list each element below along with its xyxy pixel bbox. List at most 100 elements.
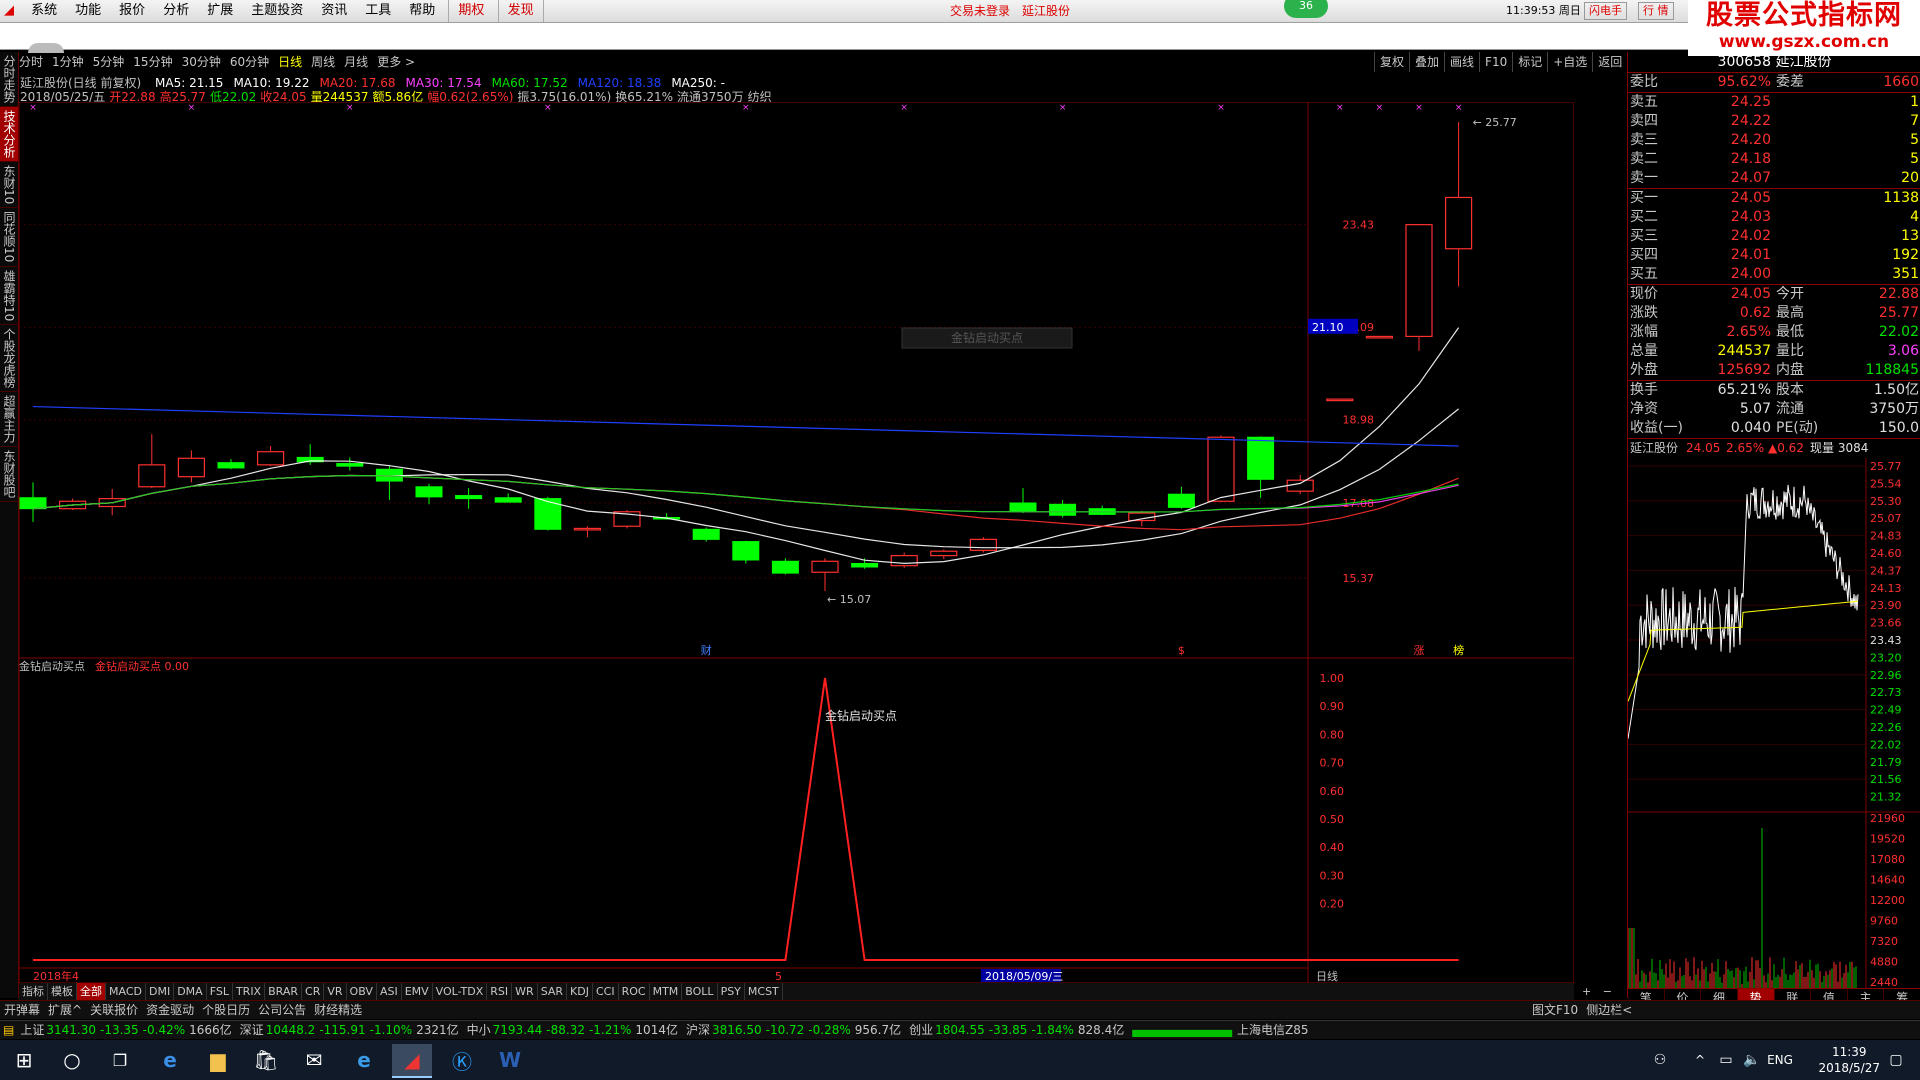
- indicator-tab-22[interactable]: BOLL: [682, 983, 718, 1000]
- store-icon[interactable]: 🛍: [246, 1044, 286, 1076]
- indicator-tab-2[interactable]: 全部: [77, 983, 106, 1000]
- indicator-tab-14[interactable]: VOL-TDX: [433, 983, 488, 1000]
- candle-11[interactable]: [455, 488, 483, 509]
- candle-17[interactable]: [692, 527, 720, 542]
- search-icon[interactable]: ○: [52, 1044, 92, 1076]
- intraday-chart[interactable]: 25.77 25.54 25.30 25.07 24.83 24.60 24.37 24.13…: [1628, 458, 1920, 988]
- buys-row-1[interactable]: 买二 24.03 4: [1628, 208, 1920, 227]
- indicator-tab-9[interactable]: CR: [302, 983, 325, 1000]
- indicator-tab-24[interactable]: MCST: [745, 983, 783, 1000]
- language-indicator[interactable]: ENG: [1760, 1044, 1800, 1076]
- menu-item-1[interactable]: 功能: [66, 0, 110, 22]
- func-item-5[interactable]: 公司公告: [254, 1001, 310, 1019]
- indicator-tab-1[interactable]: 模板: [48, 983, 77, 1000]
- sells-row-3[interactable]: 卖二 24.18 5: [1628, 150, 1920, 169]
- ticker-item-0[interactable]: 上证 3141.30 -13.35 -0.42% 1666亿: [17, 1021, 236, 1039]
- ticker-item-1[interactable]: 深证 10448.2 -115.91 -1.10% 2321亿: [237, 1021, 464, 1039]
- func-item-2[interactable]: 关联报价: [86, 1001, 142, 1019]
- candle-25[interactable]: [1009, 488, 1037, 514]
- ticker-item-3[interactable]: 沪深 3816.50 -10.72 -0.28% 956.7亿: [683, 1021, 906, 1039]
- indicator-chart[interactable]: 金钻启动买点 金钻启动买点 0.001.000.900.800.700.600.5…: [19, 658, 1574, 983]
- menu-options[interactable]: 期权: [448, 0, 493, 22]
- indicator-tab-17[interactable]: SAR: [538, 983, 568, 1000]
- candle-33[interactable]: [1326, 398, 1354, 402]
- menu-item-0[interactable]: 系统: [22, 0, 66, 22]
- menu-discover[interactable]: 发现: [497, 0, 544, 22]
- candle-30[interactable]: [1207, 435, 1235, 503]
- period-9[interactable]: 更多 >: [377, 52, 415, 72]
- ticker-server[interactable]: 上海电信Z85: [1234, 1021, 1312, 1039]
- chart-tool-0[interactable]: 复权: [1374, 52, 1409, 72]
- func-item-1[interactable]: 扩展^: [44, 1001, 86, 1019]
- indicator-tab-6[interactable]: FSL: [207, 983, 233, 1000]
- period-1[interactable]: 1分钟: [52, 52, 84, 72]
- kline-chart[interactable]: 23.4321.0918.9817.0815.3721.10← 25.77← 1…: [19, 102, 1574, 658]
- candle-35[interactable]: [1405, 224, 1433, 351]
- candle-22[interactable]: [890, 552, 918, 568]
- lightning-trade-button[interactable]: 闪电手: [1584, 2, 1627, 20]
- indicator-tab-7[interactable]: TRIX: [233, 983, 266, 1000]
- func-item-0[interactable]: 开弹幕: [0, 1001, 44, 1019]
- buys-row-2[interactable]: 买三 24.02 13: [1628, 227, 1920, 246]
- candle-34[interactable]: [1365, 335, 1394, 339]
- chart-tool-1[interactable]: 叠加: [1409, 52, 1444, 72]
- ticker-item-2[interactable]: 中小 7193.44 -88.32 -1.21% 1014亿: [464, 1021, 683, 1039]
- chart-tool-4[interactable]: 标记: [1512, 52, 1547, 72]
- candle-24[interactable]: [969, 537, 998, 553]
- indicator-tab-5[interactable]: DMA: [174, 983, 207, 1000]
- buys-row-0[interactable]: 买一 24.05 1138: [1628, 189, 1920, 208]
- func-item-6[interactable]: 财经精选: [310, 1001, 366, 1019]
- candle-2[interactable]: [98, 488, 126, 516]
- indicator-tab-12[interactable]: ASI: [377, 983, 402, 1000]
- notification-icon[interactable]: ▢: [1876, 1044, 1916, 1076]
- task-view-icon[interactable]: ❐: [100, 1044, 140, 1076]
- candle-6[interactable]: [257, 446, 285, 467]
- menu-item-2[interactable]: 报价: [110, 0, 154, 22]
- candle-18[interactable]: [732, 540, 760, 564]
- file-explorer-icon[interactable]: ▆: [198, 1044, 238, 1076]
- indicator-tab-8[interactable]: BRAR: [265, 983, 303, 1000]
- candle-36[interactable]: [1444, 122, 1473, 287]
- market-button[interactable]: 行 情: [1638, 2, 1674, 20]
- indicator-tab-20[interactable]: ROC: [619, 983, 650, 1000]
- candle-10[interactable]: [415, 483, 443, 505]
- indicator-tab-3[interactable]: MACD: [106, 983, 146, 1000]
- left-tab-1[interactable]: 技术分析: [0, 107, 18, 162]
- candle-3[interactable]: [138, 434, 166, 489]
- sells-row-1[interactable]: 卖四 24.22 7: [1628, 112, 1920, 131]
- indicator-tab-4[interactable]: DMI: [146, 983, 175, 1000]
- menu-item-6[interactable]: 资讯: [312, 0, 356, 22]
- candle-5[interactable]: [217, 459, 245, 470]
- menu-item-4[interactable]: 扩展: [198, 0, 242, 22]
- ticker-item-4[interactable]: 创业 1804.55 -33.85 -1.84% 828.4亿: [906, 1021, 1129, 1039]
- candle-7[interactable]: [296, 444, 324, 465]
- func-right-item-1[interactable]: 侧边栏<: [1582, 1001, 1636, 1019]
- left-tab-7[interactable]: 东财股吧: [0, 447, 18, 502]
- chart-tool-3[interactable]: F10: [1479, 52, 1512, 72]
- candle-8[interactable]: [336, 457, 364, 471]
- period-2[interactable]: 5分钟: [93, 52, 125, 72]
- indicator-tab-13[interactable]: EMV: [402, 983, 433, 1000]
- indicator-tab-18[interactable]: KDJ: [567, 983, 593, 1000]
- left-tab-6[interactable]: 超赢主力: [0, 392, 18, 447]
- indicator-tab-23[interactable]: PSY: [718, 983, 745, 1000]
- indicator-tab-16[interactable]: WR: [512, 983, 538, 1000]
- period-3[interactable]: 15分钟: [133, 52, 172, 72]
- chart-tool-2[interactable]: 画线: [1444, 52, 1479, 72]
- sells-row-4[interactable]: 卖一 24.07 20: [1628, 169, 1920, 188]
- sells-row-0[interactable]: 卖五 24.25 1: [1628, 93, 1920, 112]
- bottom-marker-0[interactable]: 财: [701, 643, 712, 657]
- app-logo-icon[interactable]: ◢: [0, 0, 18, 22]
- word-icon[interactable]: W: [490, 1044, 530, 1076]
- candle-23[interactable]: [930, 549, 958, 560]
- indicator-tab-21[interactable]: MTM: [650, 983, 683, 1000]
- left-tab-2[interactable]: 东财10: [0, 162, 18, 209]
- func-right-item-0[interactable]: 图文F10: [1528, 1001, 1582, 1019]
- period-5[interactable]: 60分钟: [230, 52, 269, 72]
- kugou-icon[interactable]: Ⓚ: [442, 1044, 482, 1076]
- candle-19[interactable]: [771, 558, 799, 575]
- menu-item-7[interactable]: 工具: [356, 0, 400, 22]
- left-tab-5[interactable]: 个股龙虎榜: [0, 325, 18, 392]
- sells-row-2[interactable]: 卖三 24.20 5: [1628, 131, 1920, 150]
- trading-app-icon[interactable]: ◢: [392, 1044, 432, 1078]
